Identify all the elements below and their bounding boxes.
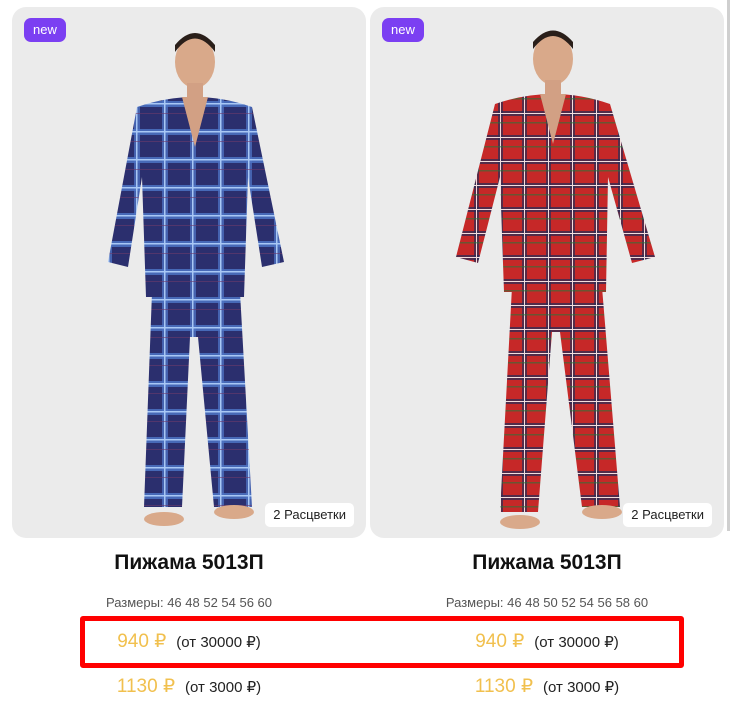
product-card[interactable]: new 2 Расцветки Пижама 5013П Размеры: 46… — [370, 7, 724, 707]
product-photo[interactable]: new 2 Расцветки — [12, 7, 366, 538]
colors-count-label[interactable]: 2 Расцветки — [623, 503, 712, 527]
model-figure — [108, 33, 284, 526]
price-row: 1130 ₽ (от 3000 ₽) — [12, 675, 366, 698]
model-figure — [456, 30, 655, 529]
new-badge: new — [382, 18, 424, 42]
price-row: 1130 ₽ (от 3000 ₽) — [370, 675, 724, 698]
price-condition: (от 3000 ₽) — [543, 679, 620, 696]
product-sizes: Размеры: 46 48 50 52 54 56 58 60 — [445, 595, 649, 610]
price: 1130 ₽ — [116, 676, 176, 697]
product-photo[interactable]: new 2 Расцветки — [370, 7, 724, 538]
product-card[interactable]: new 2 Расцветки Пижама 5013П Размеры: 46… — [12, 7, 366, 707]
product-title[interactable]: Пижама 5013П — [12, 551, 366, 575]
product-sizes: Размеры: 46 48 52 54 56 60 — [105, 595, 273, 610]
price: 1130 ₽ — [474, 676, 534, 697]
new-badge: new — [24, 18, 66, 42]
colors-count-label[interactable]: 2 Расцветки — [265, 503, 354, 527]
product-title[interactable]: Пижама 5013П — [370, 551, 724, 575]
highlight-box — [80, 616, 684, 668]
price-condition: (от 3000 ₽) — [185, 679, 262, 696]
